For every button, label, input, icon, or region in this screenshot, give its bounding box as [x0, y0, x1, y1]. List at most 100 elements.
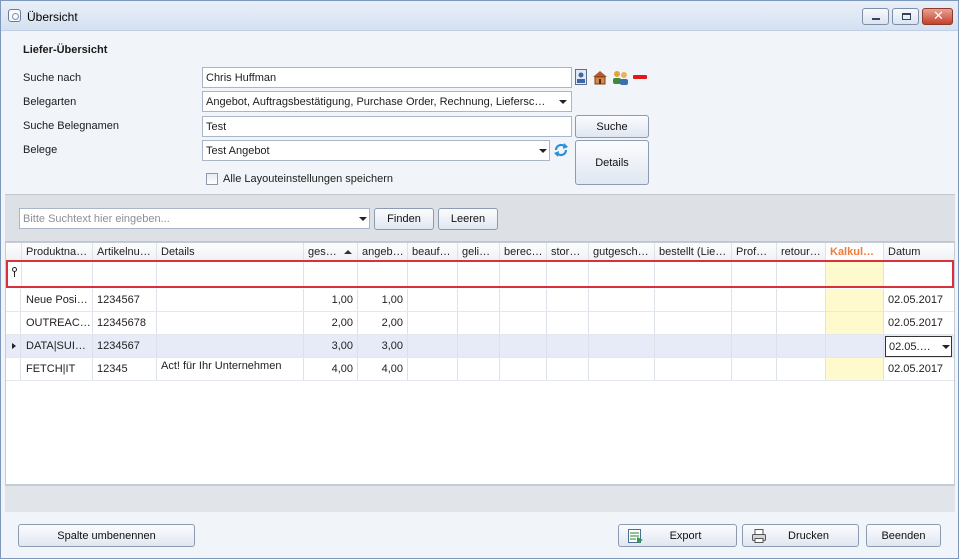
filter-cell[interactable] — [826, 262, 884, 286]
table-row[interactable]: Neue Posi… 1234567 1,00 1,00 02.05.2017 — [6, 289, 954, 312]
table-cell[interactable]: 4,00 — [358, 358, 408, 380]
table-cell[interactable] — [547, 335, 589, 357]
table-cell[interactable]: OUTREAC… — [22, 312, 93, 334]
table-cell[interactable] — [826, 312, 884, 334]
filter-cell[interactable] — [157, 262, 304, 286]
auto-filter-row[interactable] — [6, 260, 954, 288]
table-cell[interactable]: DATA|SUI… — [22, 335, 93, 357]
column-header[interactable]: Produktna… — [22, 243, 93, 261]
table-cell[interactable] — [655, 289, 732, 311]
table-cell[interactable] — [458, 312, 500, 334]
table-cell[interactable]: Act! für Ihr Unternehmen — [157, 358, 304, 380]
table-cell[interactable] — [547, 358, 589, 380]
column-header[interactable]: Artikelnu… — [93, 243, 157, 261]
table-cell[interactable]: 1234567 — [93, 289, 157, 311]
row-indicator[interactable] — [6, 358, 21, 380]
table-cell[interactable] — [826, 358, 884, 380]
table-cell[interactable]: 2,00 — [358, 312, 408, 334]
search-by-field[interactable]: Chris Huffman — [202, 67, 572, 88]
table-cell[interactable] — [826, 335, 884, 357]
table-row-selected[interactable]: DATA|SUI… 1234567 3,00 3,00 02.05.… — [6, 335, 954, 358]
table-cell[interactable]: 1,00 — [304, 289, 358, 311]
column-header[interactable]: angeb… — [358, 243, 408, 261]
table-cell[interactable] — [458, 335, 500, 357]
table-cell[interactable] — [826, 289, 884, 311]
table-cell[interactable] — [655, 312, 732, 334]
column-header[interactable]: Details — [157, 243, 304, 261]
clear-button[interactable]: Leeren — [438, 208, 498, 230]
data-grid[interactable]: Produktna… Artikelnu… Details ges… angeb… — [5, 242, 955, 485]
table-cell[interactable] — [777, 312, 826, 334]
filter-cell[interactable] — [589, 262, 655, 286]
table-cell[interactable] — [732, 335, 777, 357]
table-cell[interactable] — [157, 335, 304, 357]
search-button[interactable]: Suche — [575, 115, 649, 138]
export-button[interactable]: Export — [618, 524, 737, 547]
table-cell[interactable] — [547, 289, 589, 311]
table-cell[interactable] — [458, 289, 500, 311]
company-icon[interactable] — [592, 69, 608, 85]
filter-cell[interactable] — [458, 262, 500, 286]
table-cell[interactable] — [732, 358, 777, 380]
find-input[interactable]: Bitte Suchtext hier eingeben... — [19, 208, 370, 229]
table-cell[interactable] — [589, 289, 655, 311]
table-cell[interactable] — [655, 335, 732, 357]
table-cell[interactable] — [500, 358, 547, 380]
filter-cell[interactable] — [408, 262, 458, 286]
table-cell[interactable] — [589, 312, 655, 334]
table-cell[interactable]: 1234567 — [93, 335, 157, 357]
table-cell[interactable] — [500, 289, 547, 311]
date-editor-cell[interactable]: 02.05.… — [884, 335, 954, 357]
table-cell[interactable]: 02.05.2017 — [884, 289, 954, 311]
table-cell[interactable] — [458, 358, 500, 380]
table-row[interactable]: OUTREAC… 12345678 2,00 2,00 02.05.2017 — [6, 312, 954, 335]
table-cell[interactable] — [777, 358, 826, 380]
table-cell[interactable] — [157, 312, 304, 334]
close-button[interactable]: ✕ — [922, 8, 953, 25]
table-cell[interactable]: 3,00 — [304, 335, 358, 357]
column-header[interactable]: retour… — [777, 243, 826, 261]
column-header[interactable]: Prof… — [732, 243, 777, 261]
table-cell[interactable] — [500, 312, 547, 334]
filter-cell[interactable] — [22, 262, 93, 286]
doc-name-field[interactable]: Test — [202, 116, 572, 137]
filter-cell[interactable] — [655, 262, 732, 286]
table-cell[interactable] — [589, 335, 655, 357]
table-cell[interactable] — [408, 335, 458, 357]
filter-cell[interactable] — [500, 262, 547, 286]
table-cell[interactable]: 2,00 — [304, 312, 358, 334]
table-cell[interactable]: 4,00 — [304, 358, 358, 380]
date-editor[interactable]: 02.05.… — [885, 336, 952, 357]
document-types-select[interactable]: Angebot, Auftragsbestätigung, Purchase O… — [202, 91, 572, 112]
table-cell[interactable] — [408, 312, 458, 334]
table-cell[interactable] — [408, 358, 458, 380]
table-cell[interactable]: 3,00 — [358, 335, 408, 357]
filter-cell[interactable] — [547, 262, 589, 286]
table-row[interactable]: FETCH|IT 12345 Act! für Ihr Unternehmen … — [6, 358, 954, 381]
contact-icon[interactable] — [575, 69, 587, 85]
table-cell[interactable]: 12345 — [93, 358, 157, 380]
chevron-down-icon[interactable] — [942, 345, 950, 349]
column-header[interactable]: beauf… — [408, 243, 458, 261]
filter-cell[interactable] — [777, 262, 826, 286]
details-button[interactable]: Details — [575, 140, 649, 185]
column-header[interactable]: berec… — [500, 243, 547, 261]
table-cell[interactable]: 02.05.2017 — [884, 358, 954, 380]
quit-button[interactable]: Beenden — [866, 524, 941, 547]
remove-icon[interactable] — [633, 75, 647, 79]
filter-cell[interactable] — [732, 262, 777, 286]
table-cell[interactable]: 02.05.2017 — [884, 312, 954, 334]
table-cell[interactable] — [732, 289, 777, 311]
table-cell[interactable]: FETCH|IT — [22, 358, 93, 380]
column-header[interactable]: ges… — [304, 243, 358, 261]
print-button[interactable]: Drucken — [742, 524, 859, 547]
row-indicator[interactable] — [6, 335, 21, 357]
refresh-icon[interactable] — [553, 142, 569, 158]
column-header-calculation[interactable]: Kalkul… — [826, 243, 884, 261]
table-cell[interactable] — [157, 289, 304, 311]
row-indicator[interactable] — [6, 289, 21, 311]
find-button[interactable]: Finden — [374, 208, 434, 230]
row-indicator[interactable] — [6, 312, 21, 334]
column-header[interactable]: geli… — [458, 243, 500, 261]
filter-cell[interactable] — [358, 262, 408, 286]
